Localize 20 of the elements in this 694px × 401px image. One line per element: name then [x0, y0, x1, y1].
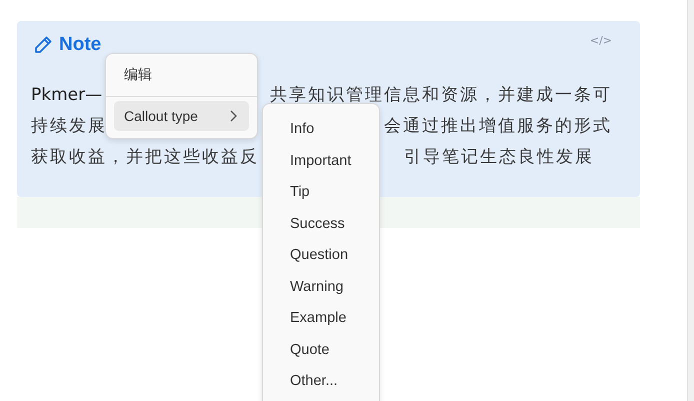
menu-item[interactable]: Question: [263, 240, 379, 272]
menu-item[interactable]: Important: [263, 146, 379, 177]
menu-item[interactable]: Tip: [263, 177, 379, 208]
menu-item[interactable]: Example: [263, 303, 379, 334]
menu-item[interactable]: Callout type: [114, 101, 249, 131]
paragraph-text: 获取收益，并把这些收益反: [31, 146, 259, 169]
pencil-icon: [33, 35, 53, 55]
callout-title: Note: [59, 34, 102, 56]
scrollbar[interactable]: [687, 0, 694, 401]
menu-item[interactable]: Quote: [263, 334, 379, 366]
paragraph-text: 持续发展: [31, 115, 107, 138]
paragraph-text: 引导笔记生态良性发展: [404, 146, 594, 169]
paragraph-text: 会通过推出增值服务的形式: [384, 115, 612, 138]
menu-item[interactable]: Info: [263, 114, 379, 146]
menu-item[interactable]: Other...: [263, 366, 379, 398]
menu-item[interactable]: 编辑: [114, 60, 249, 90]
menu-item[interactable]: Warning: [263, 272, 379, 303]
menu-item[interactable]: Success: [263, 208, 379, 240]
paragraph-text: Pkmer—: [31, 84, 102, 107]
paragraph-text: 共享知识管理信息和资源，并建成一条可: [270, 84, 612, 107]
